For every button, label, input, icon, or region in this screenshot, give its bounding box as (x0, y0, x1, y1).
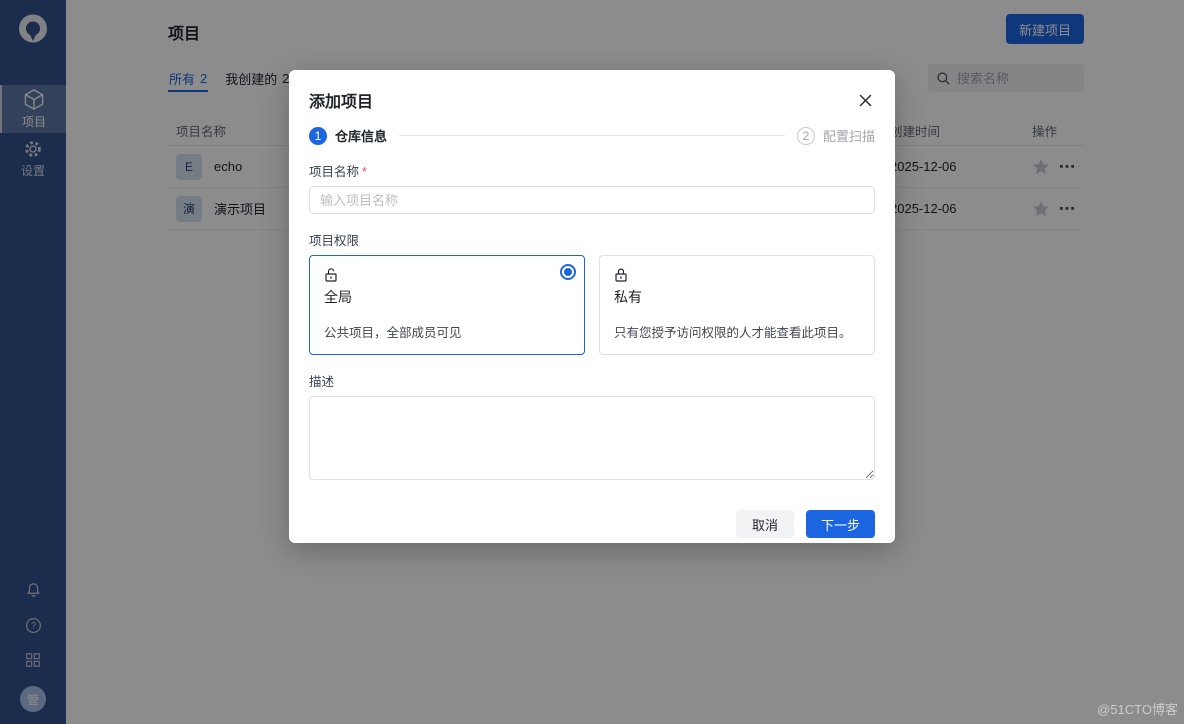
step-1-circle: 1 (309, 127, 327, 145)
cancel-button[interactable]: 取消 (736, 510, 794, 538)
permission-card-global[interactable]: 全局 公共项目，全部成员可见 (309, 255, 585, 355)
description-label: 描述 (309, 371, 875, 390)
description-textarea[interactable] (309, 396, 875, 480)
step-2-circle: 2 (797, 127, 815, 145)
project-name-label: 项目名称* (309, 161, 875, 180)
permission-name: 全局 (324, 287, 570, 307)
permission-label: 项目权限 (309, 230, 875, 249)
permission-name: 私有 (614, 287, 860, 307)
step-connector-line (399, 135, 785, 136)
step-1-label: 仓库信息 (335, 126, 387, 145)
permission-desc: 公共项目，全部成员可见 (324, 322, 570, 341)
permission-card-private[interactable]: 私有 只有您授予访问权限的人才能查看此项目。 (599, 255, 875, 355)
radio-selected[interactable] (560, 264, 576, 280)
project-name-label-text: 项目名称 (309, 165, 359, 179)
required-asterisk: * (362, 165, 367, 179)
add-project-modal: 添加项目 1 仓库信息 2 配置扫描 项目名称* 项目权限 全局 公共项目，全部… (289, 70, 895, 543)
step-indicator: 1 仓库信息 2 配置扫描 (309, 126, 875, 145)
project-name-input[interactable] (309, 186, 875, 214)
unlock-icon (324, 267, 338, 282)
permission-desc: 只有您授予访问权限的人才能查看此项目。 (614, 322, 860, 341)
close-icon (858, 93, 873, 108)
lock-icon (614, 267, 628, 282)
next-step-button[interactable]: 下一步 (806, 510, 875, 538)
modal-footer: 取消 下一步 (309, 510, 875, 538)
close-button[interactable] (856, 91, 875, 110)
step-2-label: 配置扫描 (823, 126, 875, 145)
permission-cards: 全局 公共项目，全部成员可见 私有 只有您授予访问权限的人才能查看此项目。 (309, 255, 875, 355)
modal-title: 添加项目 (309, 88, 373, 112)
